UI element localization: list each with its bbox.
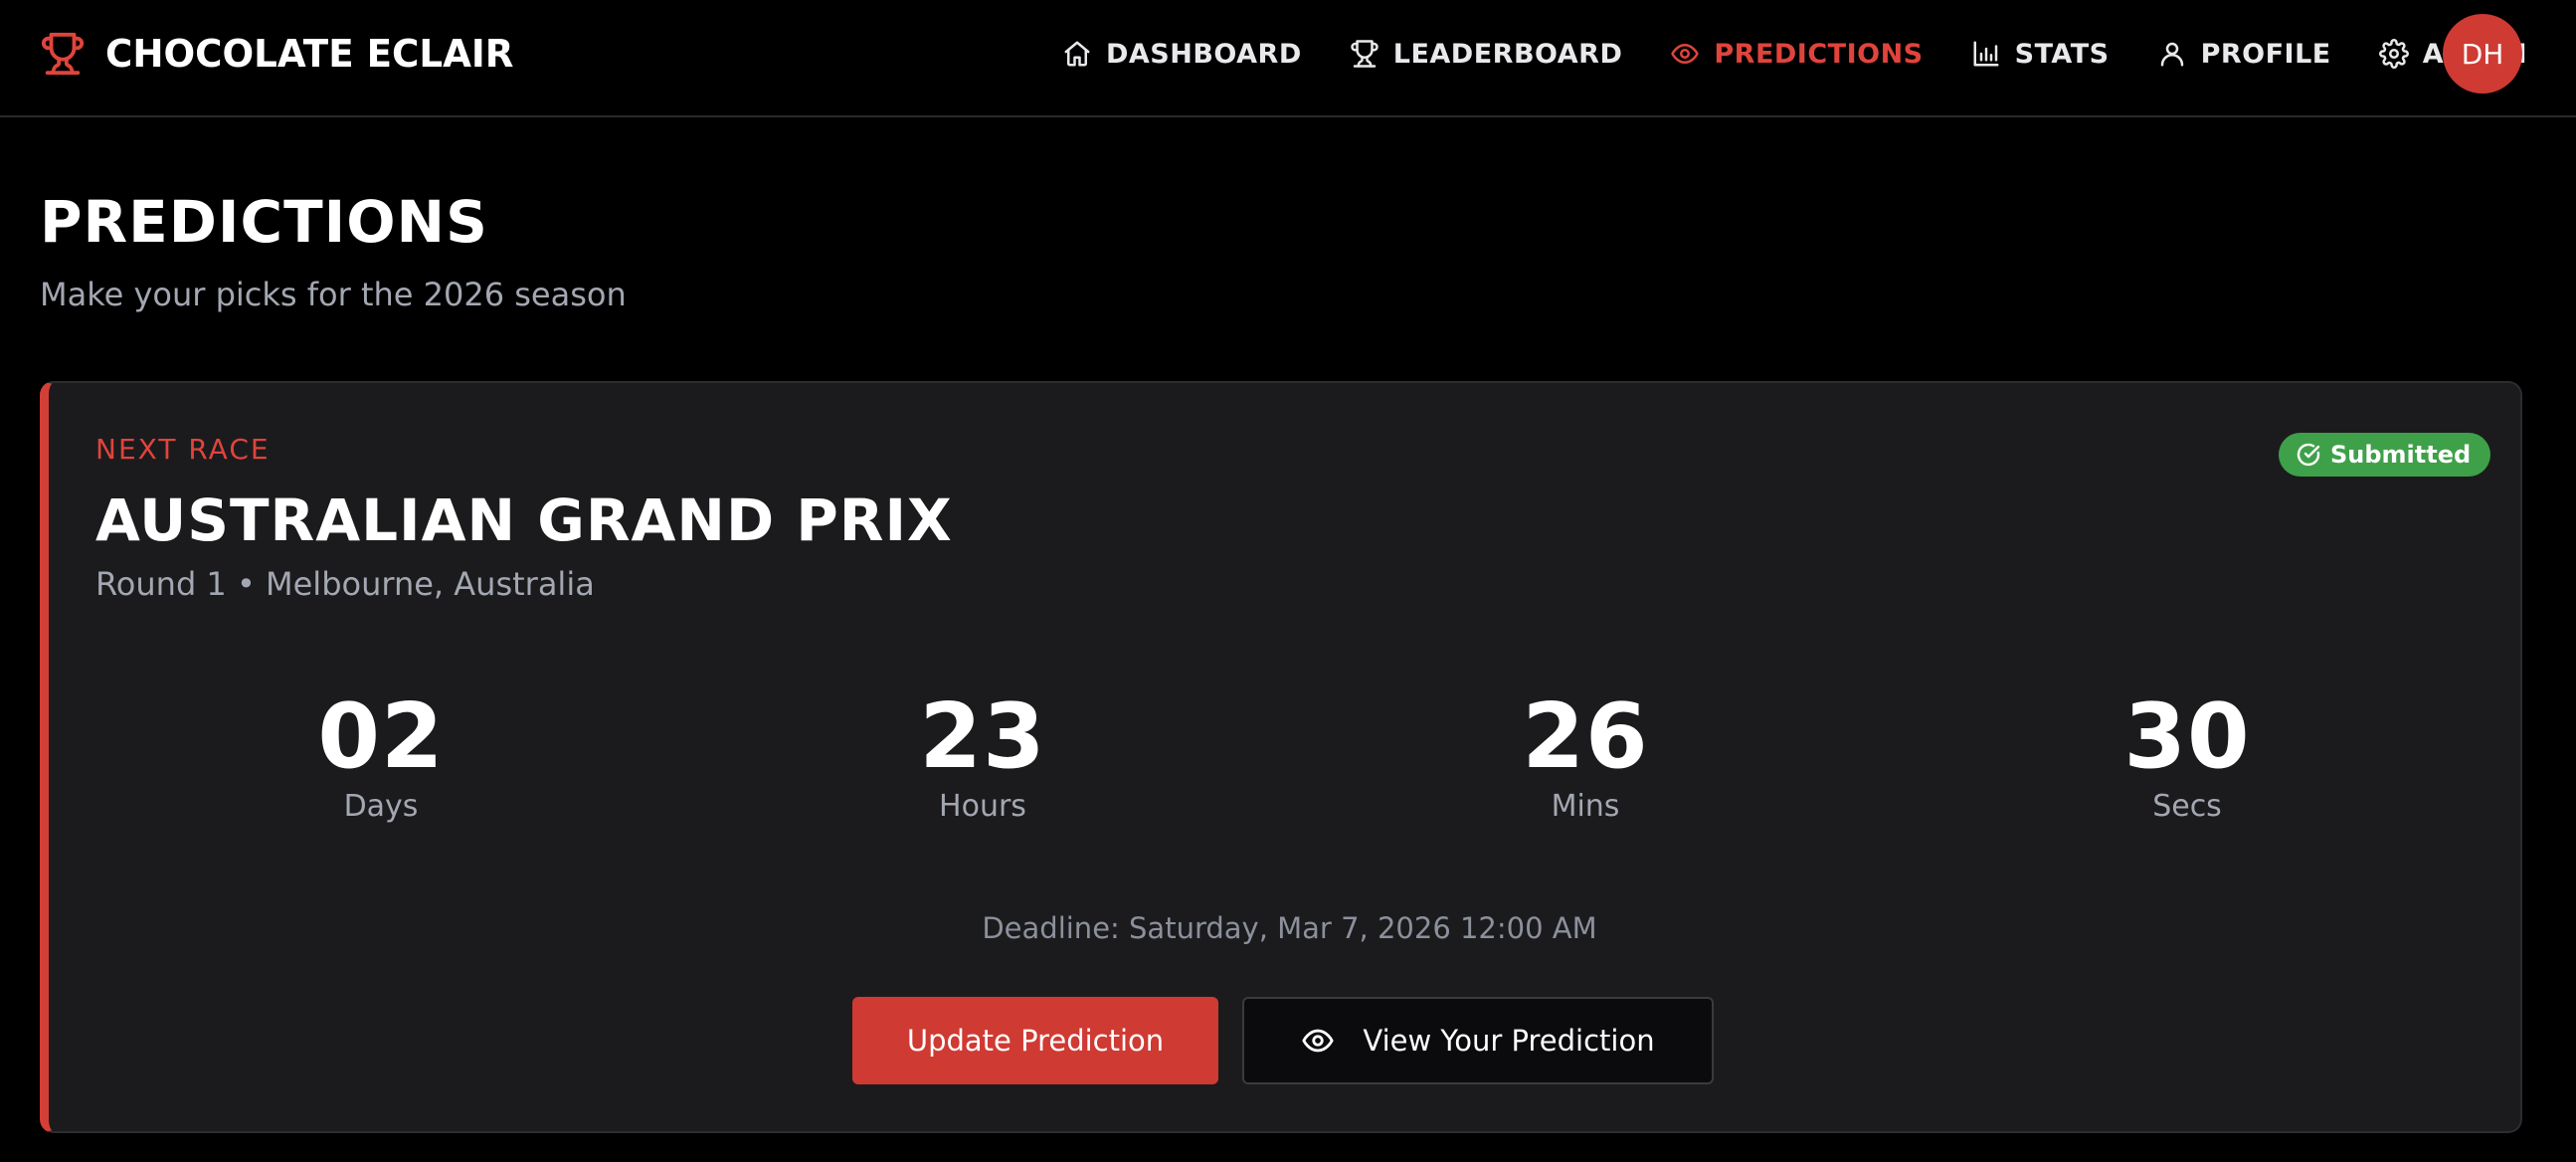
page-subtitle: Make your picks for the 2026 season — [40, 276, 627, 313]
countdown-hours: 23 Hours — [833, 687, 1132, 827]
update-prediction-button[interactable]: Update Prediction — [852, 997, 1218, 1084]
race-meta: Round 1 • Melbourne, Australia — [95, 565, 595, 603]
nav-label: DASHBOARD — [1106, 38, 1302, 70]
countdown-secs: 30 Secs — [2038, 687, 2336, 827]
countdown-unit: Secs — [2152, 789, 2222, 824]
home-icon — [1064, 41, 1090, 67]
update-prediction-label: Update Prediction — [906, 1024, 1165, 1058]
nav-item-predictions[interactable]: PREDICTIONS — [1670, 30, 1923, 78]
countdown-unit: Mins — [1551, 789, 1620, 824]
page-title: PREDICTIONS — [40, 188, 488, 256]
nav-label: STATS — [2014, 38, 2110, 70]
race-title: AUSTRALIAN GRAND PRIX — [95, 486, 953, 554]
countdown-unit: Days — [343, 789, 419, 824]
countdown-value: 23 — [919, 684, 1046, 789]
eye-icon — [1671, 44, 1700, 64]
trophy-icon — [1351, 40, 1379, 68]
countdown-value: 30 — [2123, 684, 2251, 789]
deadline-value: Deadline: Saturday, Mar 7, 2026 12:00 AM — [982, 911, 1597, 945]
countdown-days: 02 Days — [232, 687, 530, 827]
next-race-card: NEXT RACE AUSTRALIAN GRAND PRIX Round 1 … — [40, 381, 2522, 1133]
countdown-value: 26 — [1522, 684, 1649, 789]
avatar[interactable]: DH — [2443, 14, 2522, 94]
nav-label: PROFILE — [2200, 38, 2331, 70]
top-navigation-bar: CHOCOLATE ECLAIR DASHBOARD LEADERBOARD P… — [0, 0, 2576, 117]
deadline-text: Deadline: Saturday, Mar 7, 2026 12:00 AM — [49, 908, 2520, 948]
check-circle-icon — [2297, 443, 2320, 467]
countdown-unit: Hours — [939, 789, 1026, 824]
status-badge-label: Submitted — [2330, 441, 2472, 469]
main-nav: DASHBOARD LEADERBOARD PREDICTIONS STATS … — [1062, 30, 2527, 78]
gear-icon — [2378, 39, 2409, 69]
countdown-value: 02 — [317, 684, 445, 789]
nav-item-profile[interactable]: PROFILE — [2157, 30, 2331, 78]
nav-item-leaderboard[interactable]: LEADERBOARD — [1350, 30, 1623, 78]
eye-icon — [1302, 1029, 1334, 1053]
app-name: CHOCOLATE ECLAIR — [105, 32, 514, 76]
status-badge: Submitted — [2279, 433, 2491, 477]
nav-item-stats[interactable]: STATS — [1971, 30, 2110, 78]
next-race-label: NEXT RACE — [95, 433, 271, 466]
countdown-mins: 26 Mins — [1436, 687, 1735, 827]
view-prediction-label: View Your Prediction — [1363, 1024, 1655, 1058]
nav-label: LEADERBOARD — [1392, 38, 1623, 70]
bar-chart-icon — [1973, 41, 1999, 67]
nav-label: PREDICTIONS — [1714, 38, 1924, 70]
nav-item-dashboard[interactable]: DASHBOARD — [1062, 30, 1302, 78]
view-prediction-button[interactable]: View Your Prediction — [1242, 997, 1714, 1084]
user-icon — [2160, 42, 2183, 67]
trophy-icon — [41, 32, 85, 76]
brand[interactable]: CHOCOLATE ECLAIR — [40, 26, 522, 82]
